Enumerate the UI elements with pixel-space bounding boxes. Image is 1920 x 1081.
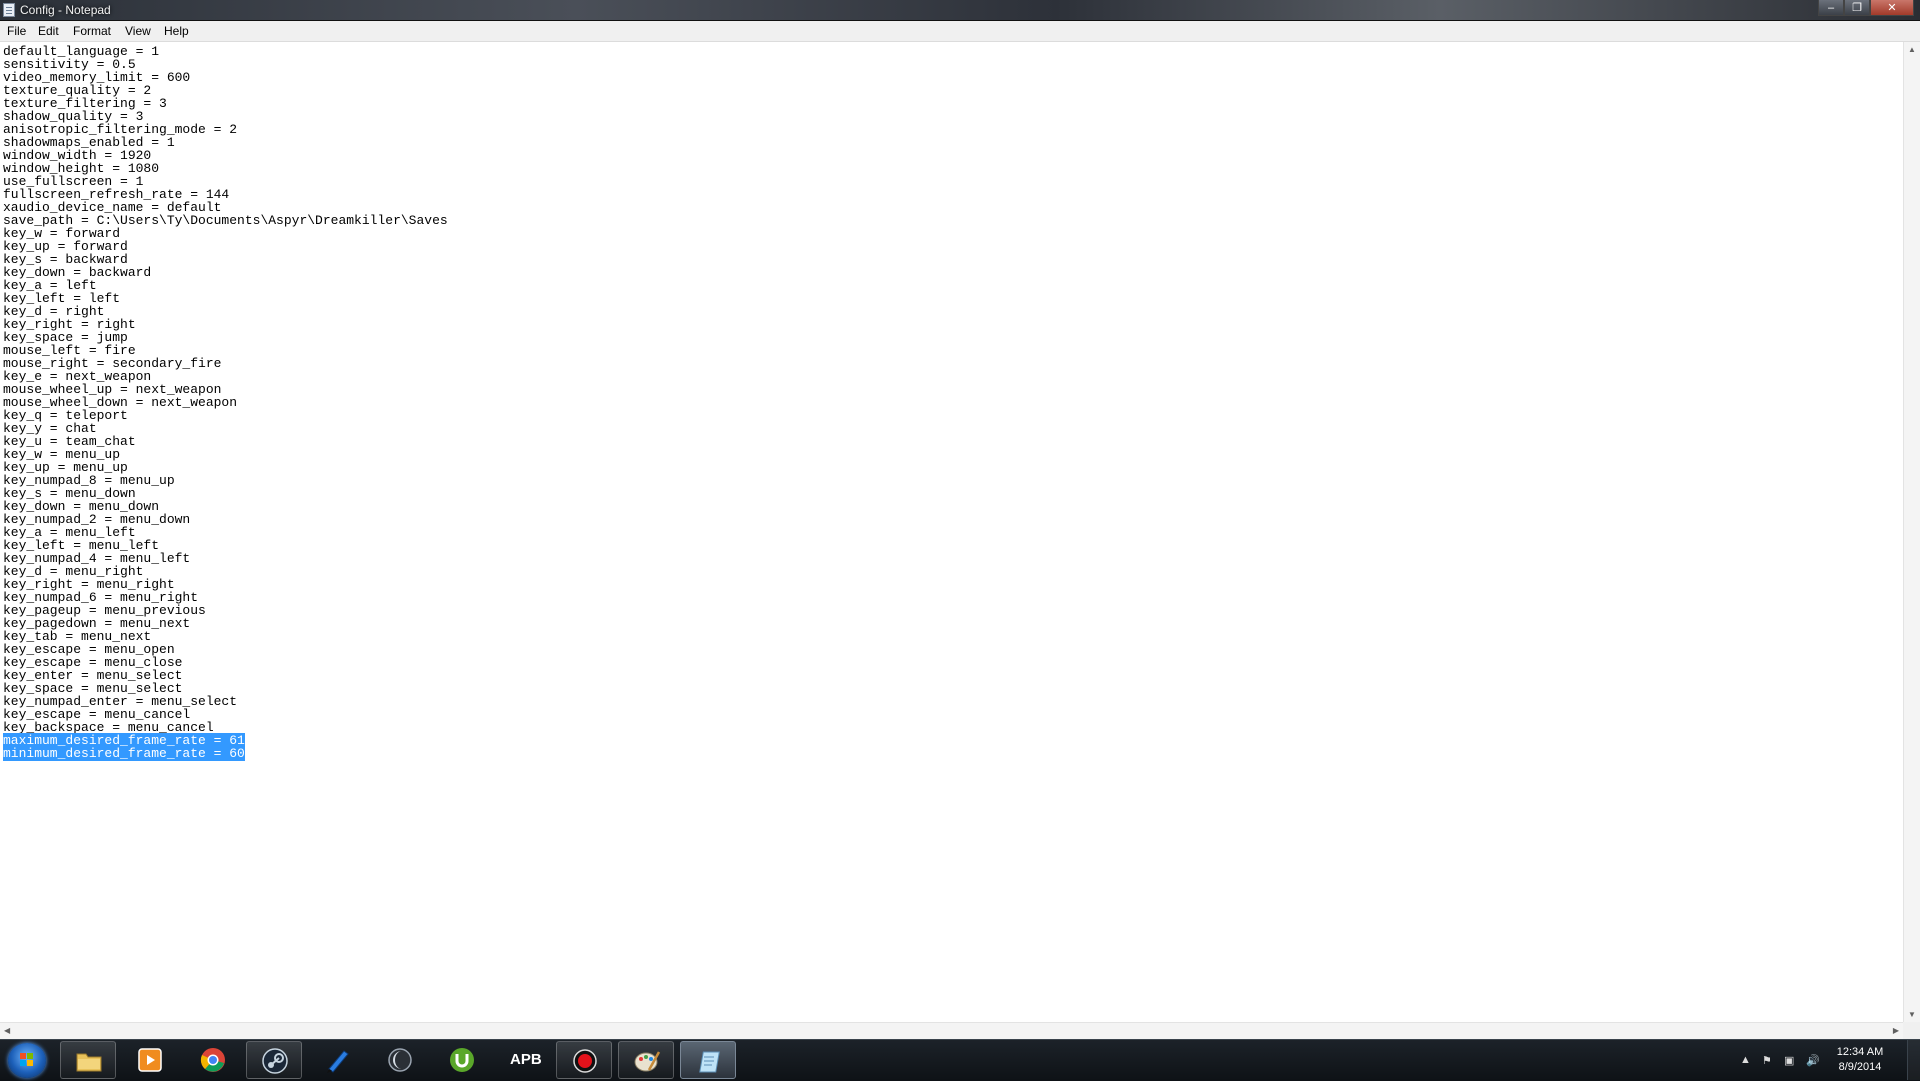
start-button[interactable]	[8, 1043, 46, 1078]
utorrent-icon	[450, 1048, 474, 1072]
title-bar[interactable]: Config - Notepad – ❐ ✕	[0, 0, 1920, 21]
menu-view[interactable]: View	[125, 24, 151, 38]
close-button[interactable]: ✕	[1870, 0, 1914, 16]
scroll-up-icon[interactable]: ▲	[1908, 45, 1916, 54]
show-desktop-button[interactable]	[1907, 1040, 1920, 1080]
menu-format[interactable]: Format	[73, 24, 111, 38]
taskbar-pen-app[interactable]	[310, 1041, 366, 1079]
horizontal-scrollbar[interactable]: ◀ ▶	[0, 1022, 1903, 1039]
scroll-down-icon[interactable]: ▼	[1908, 1010, 1916, 1019]
system-tray: ▲ ⚑ ▣ 🔊 12:34 AM 8/9/2014	[1730, 1040, 1920, 1080]
apb-icon: APB	[510, 1047, 542, 1073]
pen-icon	[327, 1050, 349, 1073]
close-icon: ✕	[1887, 2, 1897, 14]
network-icon[interactable]: ▣	[1784, 1054, 1794, 1067]
action-center-flag-icon[interactable]: ⚑	[1762, 1054, 1772, 1067]
taskbar: APB ▲ ⚑ ▣ 🔊 12:34 AM 8/9/2014	[0, 1039, 1920, 1081]
window-title: Config - Notepad	[20, 3, 111, 17]
taskbar-app-moon[interactable]	[372, 1041, 428, 1079]
size-grip[interactable]	[1903, 1022, 1920, 1039]
menu-file[interactable]: File	[7, 24, 26, 38]
taskbar-utorrent[interactable]	[434, 1041, 490, 1079]
notepad-icon	[699, 1051, 720, 1073]
taskbar-media-player[interactable]	[122, 1041, 178, 1079]
clock-date: 8/9/2014	[1838, 1061, 1882, 1073]
minimize-icon: –	[1827, 2, 1835, 14]
maximize-icon: ❐	[1852, 2, 1862, 14]
clock-time: 12:34 AM	[1836, 1046, 1884, 1058]
editor-content[interactable]: default_language = 1 sensitivity = 0.5 vid…	[3, 45, 448, 761]
show-hidden-icons-icon[interactable]: ▲	[1740, 1054, 1751, 1066]
taskbar-apb[interactable]: APB	[496, 1041, 552, 1079]
apb-label: APB	[510, 1051, 542, 1068]
taskbar-chrome[interactable]	[185, 1041, 241, 1079]
steam-icon	[262, 1048, 288, 1074]
paint-icon	[634, 1051, 661, 1072]
text-line[interactable]: minimum_desired_frame_rate = 60	[3, 746, 448, 761]
notepad-icon[interactable]	[3, 3, 15, 17]
vertical-scrollbar[interactable]: ▲ ▼	[1903, 42, 1920, 1022]
scroll-right-icon[interactable]: ▶	[1893, 1026, 1899, 1035]
taskbar-steam[interactable]	[246, 1041, 302, 1079]
windows-logo-icon	[20, 1053, 34, 1067]
menu-bar: File Edit Format View Help	[0, 21, 1920, 42]
chrome-icon	[200, 1048, 225, 1072]
folder-icon	[76, 1053, 102, 1072]
record-icon	[573, 1049, 597, 1073]
clock[interactable]: 12:34 AM 8/9/2014	[1828, 1045, 1892, 1075]
menu-help[interactable]: Help	[164, 24, 189, 38]
volume-icon[interactable]: 🔊	[1806, 1054, 1820, 1067]
selected-text: minimum_desired_frame_rate = 60	[3, 746, 245, 761]
text-editor[interactable]: default_language = 1 sensitivity = 0.5 vid…	[0, 42, 1903, 1022]
taskbar-notepad[interactable]	[680, 1041, 736, 1079]
scroll-left-icon[interactable]: ◀	[4, 1026, 10, 1035]
taskbar-explorer[interactable]	[60, 1041, 116, 1079]
maximize-button[interactable]: ❐	[1844, 0, 1870, 16]
taskbar-paint[interactable]	[618, 1041, 674, 1079]
play-icon	[138, 1048, 162, 1072]
moon-icon	[388, 1048, 412, 1072]
window-controls: – ❐ ✕	[1818, 0, 1914, 17]
taskbar-recorder[interactable]	[556, 1041, 612, 1079]
minimize-button[interactable]: –	[1818, 0, 1844, 16]
menu-edit[interactable]: Edit	[38, 24, 59, 38]
